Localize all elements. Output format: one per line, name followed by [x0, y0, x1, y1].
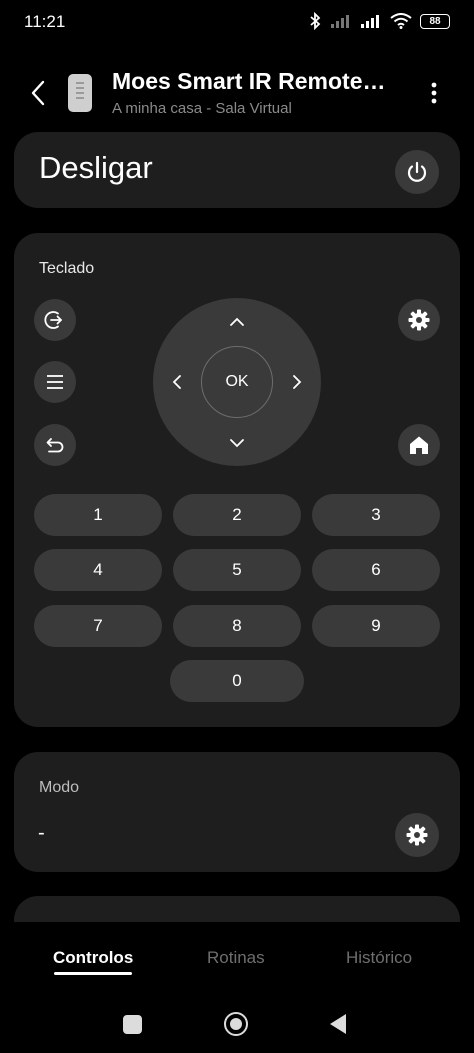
chevron-left-icon	[31, 80, 45, 106]
dpad-down-button[interactable]	[225, 431, 249, 455]
home-icon	[410, 436, 428, 454]
bluetooth-icon	[310, 12, 321, 30]
power-button[interactable]	[395, 150, 439, 194]
number-button-6[interactable]: 6	[312, 549, 440, 591]
gear-icon	[408, 309, 430, 331]
power-icon	[407, 161, 427, 182]
system-back-button[interactable]	[330, 1014, 346, 1034]
number-button-0[interactable]: 0	[170, 660, 304, 702]
number-button-3[interactable]: 3	[312, 494, 440, 536]
back-button[interactable]	[26, 78, 50, 108]
menu-icon	[47, 375, 63, 389]
tab-rotinas[interactable]: Rotinas	[207, 948, 265, 968]
mode-card	[14, 752, 460, 872]
number-button-8[interactable]: 8	[173, 605, 301, 647]
number-button-1[interactable]: 1	[34, 494, 162, 536]
number-button-2[interactable]: 2	[173, 494, 301, 536]
page-subtitle: A minha casa - Sala Virtual	[112, 100, 292, 117]
active-tab-indicator	[54, 972, 132, 975]
system-home-button[interactable]	[224, 1012, 248, 1036]
wifi-icon	[390, 13, 412, 29]
signal-icon	[331, 15, 349, 28]
battery-indicator: 88	[420, 13, 450, 29]
number-button-7[interactable]: 7	[34, 605, 162, 647]
dpad-right-button[interactable]	[285, 370, 309, 394]
tab-controlos[interactable]: Controlos	[53, 948, 133, 968]
chevron-down-icon	[230, 439, 244, 448]
signal-icon-2	[361, 15, 379, 28]
chevron-right-icon	[293, 375, 302, 389]
recents-button[interactable]	[123, 1015, 142, 1034]
more-options-button[interactable]	[424, 80, 444, 106]
menu-button[interactable]	[34, 361, 76, 403]
tab-historico[interactable]: Histórico	[346, 948, 412, 968]
number-button-5[interactable]: 5	[173, 549, 301, 591]
number-button-9[interactable]: 9	[312, 605, 440, 647]
gear-icon	[406, 824, 428, 846]
return-icon	[46, 438, 64, 453]
dpad-left-button[interactable]	[165, 370, 189, 394]
input-source-button[interactable]	[34, 299, 76, 341]
page-title: Moes Smart IR Remote…	[112, 68, 386, 94]
number-button-4[interactable]: 4	[34, 549, 162, 591]
chevron-up-icon	[230, 317, 244, 326]
dpad-up-button[interactable]	[225, 310, 249, 334]
ok-button[interactable]: OK	[201, 346, 273, 418]
power-label: Desligar	[39, 150, 153, 185]
status-icons: 88	[308, 12, 450, 30]
keypad-label: Teclado	[39, 260, 95, 277]
mode-label: Modo	[39, 779, 80, 796]
input-source-icon	[44, 311, 62, 329]
mode-value: -	[38, 822, 45, 844]
more-vertical-icon	[431, 82, 437, 104]
return-button[interactable]	[34, 424, 76, 466]
status-time: 11:21	[24, 12, 66, 31]
chevron-left-small-icon	[172, 375, 181, 389]
home-button[interactable]	[398, 424, 440, 466]
settings-button[interactable]	[398, 299, 440, 341]
remote-device-icon	[68, 74, 92, 112]
mode-settings-button[interactable]	[395, 813, 439, 857]
